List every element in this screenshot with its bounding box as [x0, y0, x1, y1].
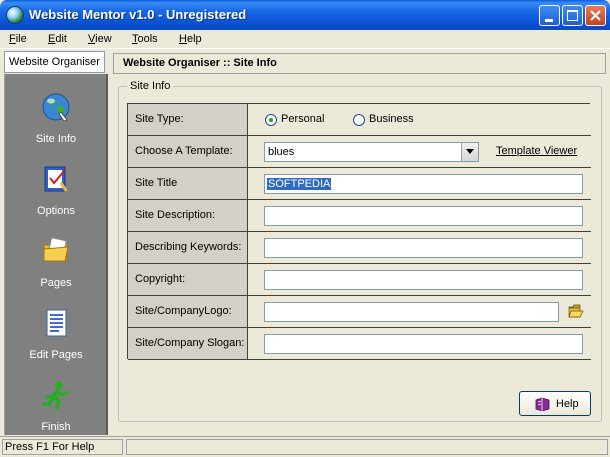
running-man-icon [42, 381, 69, 410]
maximize-button[interactable] [562, 5, 583, 26]
template-viewer-link[interactable]: Template Viewer [496, 145, 577, 157]
logo-label: Site/CompanyLogo: [128, 296, 248, 327]
site-description-label: Site Description: [128, 200, 248, 231]
site-description-input[interactable] [264, 206, 583, 226]
sidebar-item-site-info[interactable]: Site Info [5, 82, 107, 152]
site-title-label: Site Title [128, 168, 248, 199]
site-info-form: Site Type: Personal Business Choose A Te… [127, 103, 591, 360]
menu-help[interactable]: Help [179, 33, 202, 45]
site-title-input[interactable]: SOFTPEDIA [264, 174, 583, 194]
menu-bar: File Edit View Tools Help [0, 30, 610, 49]
copyright-input[interactable] [264, 270, 583, 290]
help-button[interactable]: Help [519, 391, 591, 416]
site-type-label: Site Type: [128, 104, 248, 135]
keywords-input[interactable] [264, 238, 583, 258]
checklist-icon [44, 166, 68, 192]
form-row-keywords: Describing Keywords: [128, 232, 591, 264]
menu-tools[interactable]: Tools [132, 33, 158, 45]
window-title: Website Mentor v1.0 - Unregistered [29, 7, 247, 22]
close-icon [590, 10, 601, 21]
sidebar-item-label: Finish [41, 421, 71, 433]
template-label: Choose A Template: [128, 136, 248, 167]
minimize-button[interactable] [539, 5, 560, 26]
form-row-site-description: Site Description: [128, 200, 591, 232]
logo-input[interactable] [264, 302, 559, 322]
folder-icon [43, 237, 69, 262]
globe-icon [42, 93, 70, 122]
sidebar-item-options[interactable]: Options [5, 154, 107, 224]
menu-file[interactable]: File [9, 33, 27, 45]
form-row-site-title: Site Title SOFTPEDIA [128, 168, 591, 200]
title-bar[interactable]: Website Mentor v1.0 - Unregistered [0, 0, 610, 30]
open-folder-icon[interactable] [568, 304, 584, 318]
slogan-input[interactable] [264, 334, 583, 354]
slogan-label: Site/Company Slogan: [128, 328, 248, 359]
status-panel [126, 439, 608, 455]
form-row-logo: Site/CompanyLogo: [128, 296, 591, 328]
app-globe-icon [6, 6, 24, 24]
radio-business-label[interactable]: Business [369, 113, 414, 125]
radio-personal[interactable] [265, 114, 277, 126]
form-row-site-type: Site Type: Personal Business [128, 104, 591, 136]
chevron-down-icon[interactable] [461, 143, 478, 161]
menu-view[interactable]: View [88, 33, 112, 45]
help-book-icon [535, 397, 550, 411]
sidebar-item-label: Site Info [35, 133, 77, 145]
radio-personal-label[interactable]: Personal [281, 113, 324, 125]
sidebar-item-finish[interactable]: Finish [5, 370, 107, 440]
form-row-copyright: Copyright: [128, 264, 591, 296]
sidebar: Site Info Options Pages Edit Pages Finis… [4, 74, 108, 435]
help-button-label: Help [556, 398, 579, 410]
form-row-template: Choose A Template: blues Template Viewer [128, 136, 591, 168]
form-row-slogan: Site/Company Slogan: [128, 328, 591, 360]
sidebar-item-pages[interactable]: Pages [5, 226, 107, 296]
sidebar-item-label: Edit Pages [29, 349, 83, 361]
menu-edit[interactable]: Edit [48, 33, 67, 45]
status-bar: Press F1 For Help [0, 436, 610, 457]
sidebar-item-label: Pages [40, 277, 72, 289]
page-title: Website Organiser :: Site Info [113, 53, 606, 74]
sidebar-item-edit-pages[interactable]: Edit Pages [5, 298, 107, 368]
sidebar-item-label: Options [37, 205, 75, 217]
groupbox-title: Site Info [127, 80, 174, 92]
close-button[interactable] [585, 5, 606, 26]
document-icon [46, 309, 67, 337]
sidebar-tab-website-organiser[interactable]: Website Organiser [4, 51, 105, 73]
status-text: Press F1 For Help [2, 439, 123, 455]
radio-business[interactable] [353, 114, 365, 126]
keywords-label: Describing Keywords: [128, 232, 248, 263]
copyright-label: Copyright: [128, 264, 248, 295]
template-select[interactable]: blues [264, 142, 479, 162]
